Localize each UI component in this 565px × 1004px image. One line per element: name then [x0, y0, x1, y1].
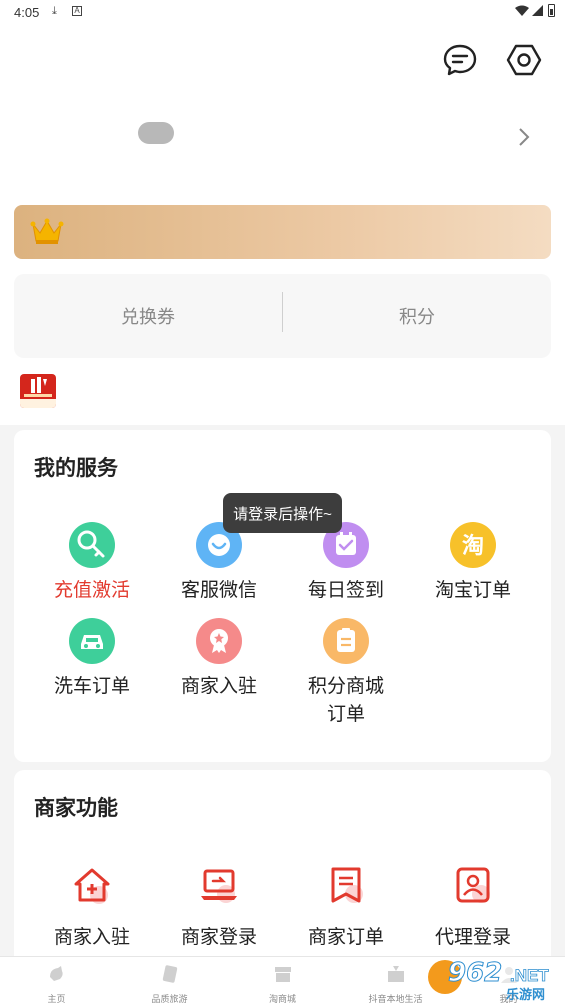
merchant-join[interactable]: 商家入驻 [32, 862, 152, 949]
merchant-functions-title: 商家功能 [34, 797, 118, 820]
service-recharge[interactable]: 充值激活 [32, 522, 152, 605]
username-placeholder[interactable] [138, 122, 174, 144]
merchant-functions-card: 商家功能 商家入驻 商家登录 商家订单 代理登录 [14, 770, 551, 970]
watermark-suffix: .NET [510, 966, 550, 986]
watermark-chinese: 乐游网 [506, 987, 546, 1002]
agent-login[interactable]: 代理登录 [413, 862, 533, 949]
tab-travel[interactable]: 品质旅游 [113, 957, 226, 1004]
points-mall-line2: 订单 [326, 704, 365, 725]
service-taobao[interactable]: 淘 淘宝订单 [413, 522, 533, 605]
car-icon [69, 618, 115, 664]
chevron-right-icon[interactable] [516, 126, 532, 148]
watermark-number: 962 [447, 958, 503, 989]
agent-login-label: 代理登录 [434, 927, 511, 948]
taobao-icon: 淘 [450, 522, 496, 568]
coupons-entry[interactable]: 兑换券 [14, 274, 282, 358]
settings-hexagon-icon[interactable] [506, 42, 542, 78]
wifi-icon [515, 5, 529, 16]
house-plus-icon [69, 862, 115, 908]
wallet-summary: 兑换券 积分 [14, 274, 551, 358]
tab-home-label: 主页 [47, 994, 66, 1004]
service-wechat-label: 客服微信 [180, 580, 257, 601]
merchant-orders-label: 商家订单 [307, 927, 384, 948]
font-icon: A [72, 6, 82, 16]
laptop-login-icon [196, 862, 242, 908]
merchant-login-label: 商家登录 [180, 927, 257, 948]
tab-home[interactable]: 主页 [0, 957, 113, 1004]
points-entry[interactable]: 积分 [283, 274, 551, 358]
service-carwash[interactable]: 洗车订单 [32, 618, 152, 701]
svg-text:淘: 淘 [462, 533, 484, 559]
service-taobao-label: 淘宝订单 [434, 580, 511, 601]
service-points-mall-orders[interactable]: 积分商城 订单 [286, 618, 406, 729]
merchant-orders[interactable]: 商家订单 [286, 862, 406, 949]
vip-banner[interactable] [14, 205, 551, 259]
download-icon: ⤓ [52, 5, 57, 17]
home-icon [49, 966, 63, 981]
status-time: 4:05 [14, 5, 40, 20]
partner-logo-strip [20, 399, 56, 408]
service-wechat[interactable]: 客服微信 [159, 522, 279, 605]
shop-icon [274, 967, 291, 982]
receipt-icon [323, 862, 369, 908]
my-services-card: 我的服务 充值激活 客服微信 每日签到 淘 淘宝订单 洗车订单 商家入驻 积分商… [14, 430, 551, 762]
service-merchant-join-label: 商家入驻 [180, 676, 257, 697]
service-checkin-label: 每日签到 [307, 580, 384, 601]
coupons-label: 兑换券 [121, 307, 175, 327]
login-toast: 请登录后操作~ [223, 493, 342, 533]
agent-portrait-icon [450, 862, 496, 908]
site-watermark: 962 .NET 乐游网 [428, 958, 560, 1002]
tab-travel-label: 品质旅游 [151, 994, 188, 1004]
note-icon [323, 618, 369, 664]
tab-tao-mall[interactable]: 淘商城 [226, 957, 339, 1004]
travel-icon [162, 965, 177, 983]
tab-tao-mall-label: 淘商城 [268, 994, 296, 1004]
key-icon [69, 522, 115, 568]
merchant-join-label: 商家入驻 [53, 927, 130, 948]
service-merchant-join[interactable]: 商家入驻 [159, 618, 279, 701]
points-mall-line1: 积分商城 [307, 676, 384, 697]
profile-header-area: 4:05 ⤓ A 兑换券 积分 [0, 0, 565, 425]
service-points-mall-orders-label: 积分商城 订单 [286, 673, 406, 729]
status-bar: 4:05 ⤓ A [0, 0, 565, 26]
local-life-icon [387, 966, 404, 982]
merchant-login[interactable]: 商家登录 [159, 862, 279, 949]
service-checkin[interactable]: 每日签到 [286, 522, 406, 605]
service-carwash-label: 洗车订单 [53, 676, 130, 697]
service-recharge-label: 充值激活 [53, 580, 130, 601]
message-icon[interactable] [442, 42, 478, 78]
award-icon [196, 618, 242, 664]
crown-icon [30, 218, 64, 244]
partner-logo[interactable] [20, 374, 56, 408]
battery-icon [548, 4, 555, 17]
points-label: 积分 [399, 307, 435, 327]
signal-icon [532, 5, 543, 16]
my-services-title: 我的服务 [34, 457, 118, 480]
